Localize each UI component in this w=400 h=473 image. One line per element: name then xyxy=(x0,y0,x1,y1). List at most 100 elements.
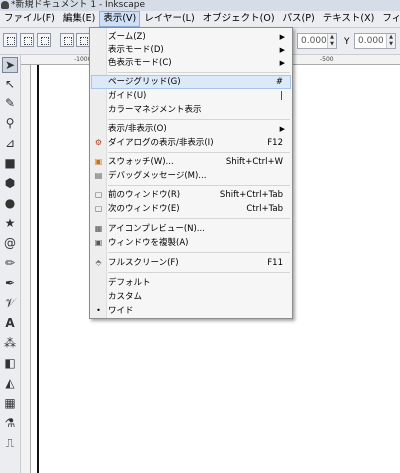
menu-filters[interactable]: フィルター(S) xyxy=(378,11,400,27)
paint-bucket-tool-icon[interactable]: ◭ xyxy=(2,375,18,391)
measure-tool-icon[interactable]: ⊿ xyxy=(2,135,18,151)
menu-file[interactable]: ファイル(F) xyxy=(0,11,59,27)
x-coordinate-input[interactable]: 0.000 ▲ ▼ xyxy=(297,33,337,49)
dialogs-icon: ⚙ xyxy=(94,138,103,147)
menu-item-display-mode[interactable]: 表示モード(D) ▶ xyxy=(91,43,291,57)
title-bar: *新規ドキュメント 1 - Inkscape xyxy=(0,0,400,11)
node-tool-icon[interactable]: ↖ xyxy=(2,76,18,92)
submenu-arrow-icon: ▶ xyxy=(279,59,285,67)
text-tool-icon[interactable]: A xyxy=(2,315,18,331)
menu-item-label: デバッグメッセージ(M)... xyxy=(108,171,207,181)
select-all-layers-icon[interactable] xyxy=(20,33,34,47)
menu-item-page-grid[interactable]: ページグリッド(G) # xyxy=(91,75,291,89)
menu-shortcut: # xyxy=(275,77,283,87)
menu-item-previous-window[interactable]: ▢ 前のウィンドウ(R) Shift+Ctrl+Tab xyxy=(91,188,291,202)
y-coordinate-input[interactable]: 0.000 ▲ ▼ xyxy=(354,33,396,49)
dropper-tool-icon[interactable]: ⚗ xyxy=(2,415,18,431)
menu-item-swatches[interactable]: ▣ スウォッチ(W)... Shift+Ctrl+W xyxy=(91,155,291,169)
spiral-tool-icon[interactable]: @ xyxy=(2,235,18,251)
vertical-ruler xyxy=(21,65,31,473)
tweak-tool-icon[interactable]: ✎ xyxy=(2,95,18,111)
deselect-icon[interactable] xyxy=(37,33,51,47)
menu-item-label: デフォルト xyxy=(108,278,151,288)
menu-item-icon-preview[interactable]: ▦ アイコンプレビュー(N)... xyxy=(91,222,291,236)
gradient-tool-icon[interactable]: ▦ xyxy=(2,395,18,411)
pen-tool-icon[interactable]: ✒ xyxy=(2,275,18,291)
menu-item-guides[interactable]: ガイド(U) | xyxy=(91,89,291,103)
eraser-tool-icon[interactable]: ◧ xyxy=(2,355,18,371)
menu-bar: ファイル(F) 編集(E) 表示(V) レイヤー(L) オブジェクト(O) パス(P) テキ… xyxy=(0,11,400,28)
window-title: *新規ドキュメント 1 - Inkscape xyxy=(11,0,146,10)
menu-item-label: ガイド(U) xyxy=(108,91,147,101)
menu-item-label: ページグリッド(G) xyxy=(108,77,181,87)
inkscape-logo-icon xyxy=(1,1,9,9)
previous-window-icon: ▢ xyxy=(94,190,103,199)
menu-path[interactable]: パス(P) xyxy=(279,11,319,27)
menu-shortcut: F11 xyxy=(267,258,283,268)
menu-separator xyxy=(108,218,290,219)
rotate-icon[interactable] xyxy=(60,33,74,47)
submenu-arrow-icon: ▶ xyxy=(279,46,285,54)
connector-tool-icon[interactable]: ⎍ xyxy=(2,435,18,451)
submenu-arrow-icon: ▶ xyxy=(279,125,285,133)
y-label: Y xyxy=(344,37,350,47)
y-coordinate-value: 0.000 xyxy=(358,36,384,46)
menu-separator xyxy=(108,72,290,73)
menu-view[interactable]: 表示(V) xyxy=(99,11,141,27)
submenu-arrow-icon: ▶ xyxy=(279,33,285,41)
rectangle-tool-icon[interactable]: ■ xyxy=(2,155,18,171)
menu-item-label: 前のウィンドウ(R) xyxy=(108,190,181,200)
menu-item-label: 表示モード(D) xyxy=(108,45,164,55)
selector-tool-icon[interactable]: ➤ xyxy=(2,57,18,73)
menu-edit[interactable]: 編集(E) xyxy=(59,11,99,27)
menu-separator xyxy=(108,252,290,253)
menu-shortcut: Shift+Ctrl+Tab xyxy=(219,190,283,200)
zoom-tool-icon[interactable]: ⚲ xyxy=(2,115,18,131)
menu-item-next-window[interactable]: ▢ 次のウィンドウ(E) Ctrl+Tab xyxy=(91,202,291,216)
menu-item-label: ワイド xyxy=(108,306,134,316)
icon-preview-icon: ▦ xyxy=(94,224,103,233)
menu-item-default-layout[interactable]: デフォルト xyxy=(91,276,291,290)
menu-item-fullscreen[interactable]: ⬘ フルスクリーン(F) F11 xyxy=(91,256,291,270)
x-spin-arrows-icon[interactable]: ▲ ▼ xyxy=(327,34,336,48)
select-all-icon[interactable] xyxy=(3,33,17,47)
menu-item-label: ダイアログの表示/非表示(I) xyxy=(108,138,214,148)
menu-item-label: 色表示モード(C) xyxy=(108,58,172,68)
menu-layer[interactable]: レイヤー(L) xyxy=(140,11,198,27)
menu-shortcut: | xyxy=(280,91,283,101)
messages-icon: ▤ xyxy=(94,171,103,180)
menu-item-label: スウォッチ(W)... xyxy=(108,157,174,167)
y-spin-arrows-icon[interactable]: ▲ ▼ xyxy=(386,34,395,48)
menu-item-color-display-mode[interactable]: 色表示モード(C) ▶ xyxy=(91,56,291,70)
ellipse-tool-icon[interactable]: ● xyxy=(2,195,18,211)
menu-object[interactable]: オブジェクト(O) xyxy=(199,11,279,27)
pencil-tool-icon[interactable]: ✏ xyxy=(2,255,18,271)
star-tool-icon[interactable]: ★ xyxy=(2,215,18,231)
menu-item-show-hide-dialogs[interactable]: ⚙ ダイアログの表示/非表示(I) F12 xyxy=(91,136,291,150)
radio-bullet-icon: • xyxy=(96,306,101,315)
3d-box-tool-icon[interactable]: ⬢ xyxy=(2,175,18,191)
menu-shortcut: F12 xyxy=(267,138,283,148)
menu-item-custom-layout[interactable]: カスタム xyxy=(91,290,291,304)
menu-separator xyxy=(108,152,290,153)
duplicate-window-icon: ▣ xyxy=(94,238,103,247)
menu-separator xyxy=(108,119,290,120)
flip-icon[interactable] xyxy=(76,33,90,47)
menu-item-label: カラーマネジメント表示 xyxy=(108,105,202,115)
fullscreen-icon: ⬘ xyxy=(95,258,102,267)
ruler-tick-label: -500 xyxy=(320,56,334,63)
menu-separator xyxy=(108,185,290,186)
menu-item-wide-layout[interactable]: • ワイド xyxy=(91,304,291,318)
calligraphy-tool-icon[interactable]: 𝒱 xyxy=(2,295,18,311)
menu-item-debug-messages[interactable]: ▤ デバッグメッセージ(M)... xyxy=(91,169,291,183)
view-menu-dropdown: ズーム(Z) ▶ 表示モード(D) ▶ 色表示モード(C) ▶ ページグリッド(… xyxy=(89,27,293,319)
menu-item-label: ウィンドウを複製(A) xyxy=(108,238,189,248)
menu-text[interactable]: テキスト(X) xyxy=(319,11,379,27)
spray-tool-icon[interactable]: ⁂ xyxy=(2,335,18,351)
menu-item-label: ズーム(Z) xyxy=(108,32,146,42)
menu-item-duplicate-window[interactable]: ▣ ウィンドウを複製(A) xyxy=(91,236,291,250)
menu-item-zoom[interactable]: ズーム(Z) ▶ xyxy=(91,30,291,44)
menu-item-label: 次のウィンドウ(E) xyxy=(108,204,180,214)
menu-item-show-hide[interactable]: 表示/非表示(O) ▶ xyxy=(91,122,291,136)
menu-item-color-management[interactable]: カラーマネジメント表示 xyxy=(91,103,291,117)
